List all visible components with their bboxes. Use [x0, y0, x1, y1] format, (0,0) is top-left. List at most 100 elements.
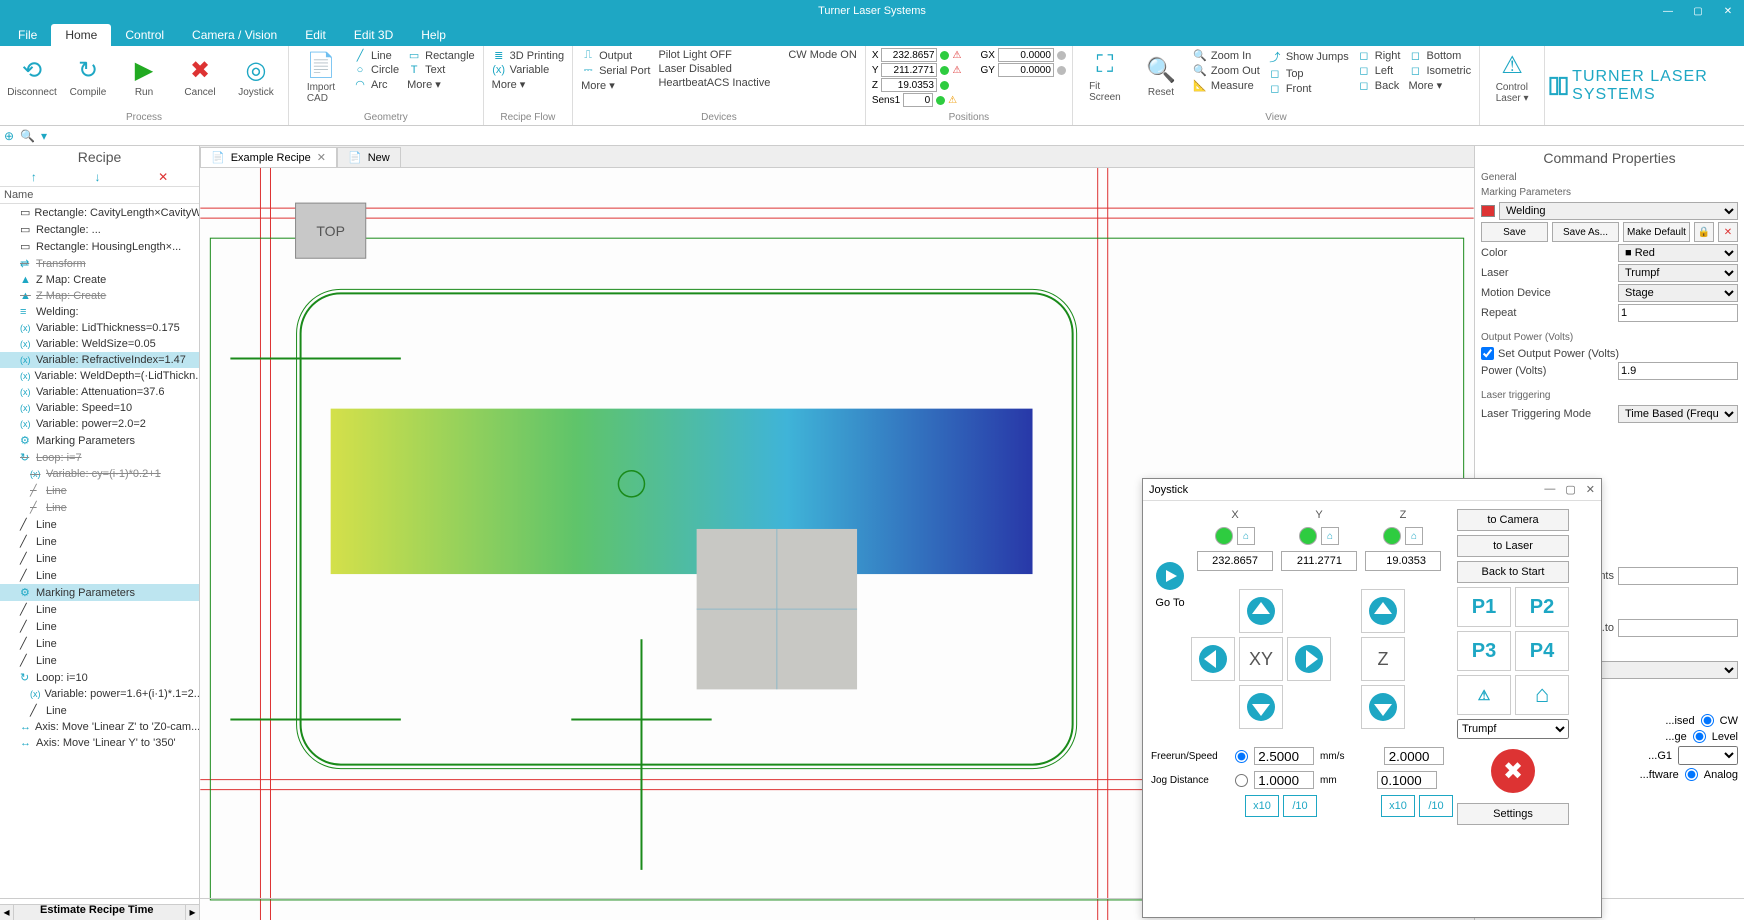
- menu-edit-3d[interactable]: Edit 3D: [340, 24, 407, 46]
- recipe-item[interactable]: ⚙Marking Parameters: [0, 584, 199, 601]
- geometry-arc-button[interactable]: ◠Arc: [351, 77, 401, 92]
- window-minimize-icon[interactable]: —: [1654, 2, 1682, 20]
- reset-button[interactable]: 🔍Reset: [1135, 48, 1187, 106]
- recipe-item[interactable]: ╱Line: [0, 601, 199, 618]
- recipe-item[interactable]: ↔Axis: Move 'Linear Z' to 'Z0-cam...': [0, 719, 199, 735]
- geometry-line-button[interactable]: ╱Line: [351, 48, 401, 63]
- trig-mode-select[interactable]: Time Based (Frequency Dr: [1618, 405, 1738, 423]
- preset-p4-button[interactable]: P4: [1515, 631, 1569, 671]
- window-close-icon[interactable]: ✕: [1714, 2, 1742, 20]
- view-left-button[interactable]: ◻Left: [1355, 63, 1403, 78]
- recipe-item[interactable]: ╱Line: [0, 652, 199, 669]
- cancel-button[interactable]: ✖Cancel: [174, 48, 226, 106]
- recipe-item[interactable]: ≡Welding:: [0, 304, 199, 320]
- recipe-item[interactable]: ╱Line: [0, 516, 199, 533]
- z-coord-input[interactable]: [1365, 551, 1441, 571]
- view-more-button[interactable]: More ▾: [1406, 78, 1473, 93]
- recipe-delete-button[interactable]: ✕: [158, 170, 168, 184]
- z-home-icon[interactable]: ⌂: [1405, 527, 1423, 545]
- save-as-button[interactable]: Save As...: [1552, 222, 1619, 242]
- xy-left-button[interactable]: [1191, 637, 1235, 681]
- recipe-item[interactable]: ╱Line: [0, 702, 199, 719]
- z-d10-button[interactable]: /10: [1419, 795, 1453, 817]
- serial-port-button[interactable]: ⎓Serial Port: [579, 63, 652, 78]
- x-coord-input[interactable]: [1197, 551, 1273, 571]
- recipe-flow-more-button[interactable]: More ▾: [490, 77, 566, 92]
- goto-button[interactable]: [1155, 561, 1185, 591]
- recipe-down-button[interactable]: ↓: [94, 170, 100, 184]
- recipe-item[interactable]: (x)Variable: WeldSize=0.05: [0, 336, 199, 352]
- menu-home[interactable]: Home: [51, 24, 111, 46]
- recipe-item[interactable]: (x)Variable: LidThickness=0.175: [0, 320, 199, 336]
- joy-maximize-icon[interactable]: ▢: [1565, 483, 1575, 496]
- laser-select[interactable]: Trumpf: [1618, 264, 1738, 282]
- toolbar-search-icon[interactable]: 🔍: [20, 129, 35, 143]
- y-home-icon[interactable]: ⌂: [1321, 527, 1339, 545]
- recipe-item[interactable]: ╱Line: [0, 618, 199, 635]
- repeat-input[interactable]: [1618, 304, 1738, 322]
- zoom-in-button[interactable]: 🔍Zoom In: [1191, 48, 1262, 63]
- recipe-item[interactable]: (x)Variable: WeldDepth=(·LidThickn...: [0, 368, 199, 384]
- extra-input-2[interactable]: [1618, 619, 1738, 637]
- preset-p2-button[interactable]: P2: [1515, 587, 1569, 627]
- xy-down-button[interactable]: [1239, 685, 1283, 729]
- doc-tab-new[interactable]: 📄New: [337, 147, 401, 167]
- recipe-item[interactable]: ╱Line: [0, 550, 199, 567]
- run-button[interactable]: ▶Run: [118, 48, 170, 106]
- toolbar-icon[interactable]: ⊕: [4, 129, 14, 143]
- output-button[interactable]: ⎍Output: [579, 48, 652, 63]
- x-status-icon[interactable]: [1215, 527, 1233, 545]
- menu-control[interactable]: Control: [111, 24, 178, 46]
- recipe-item[interactable]: ▲Z Map: Create: [0, 288, 199, 304]
- recipe-item[interactable]: ▲Z Map: Create: [0, 272, 199, 288]
- joystick-settings-button[interactable]: Settings: [1457, 803, 1569, 825]
- power-input[interactable]: [1618, 362, 1738, 380]
- joystick-laser-select[interactable]: Trumpf: [1457, 719, 1569, 739]
- recipe-item[interactable]: (x)Variable: cy=(i·1)*0.2+1: [0, 466, 199, 482]
- recipe-item[interactable]: ↻Loop: i=10: [0, 669, 199, 686]
- close-tab-icon[interactable]: ✕: [317, 151, 326, 164]
- to-camera-button[interactable]: to Camera: [1457, 509, 1569, 531]
- show-jumps-button[interactable]: ⤴Show Jumps: [1266, 48, 1351, 66]
- geometry-text-button[interactable]: TText: [405, 63, 477, 77]
- view-back-button[interactable]: ◻Back: [1355, 78, 1403, 93]
- recipe-item[interactable]: (x)Variable: power=1.6+(i·1)*.1=2...: [0, 686, 199, 702]
- menu-edit[interactable]: Edit: [291, 24, 340, 46]
- pos-z-input[interactable]: [881, 78, 937, 92]
- recipe-tree[interactable]: ▭Rectangle: CavityLength×CavityW▭Rectang…: [0, 204, 199, 904]
- control-laser-button[interactable]: ⚠Control Laser ▾: [1486, 48, 1538, 106]
- z-x10-button[interactable]: x10: [1381, 795, 1415, 817]
- recipe-item[interactable]: ╱Line: [0, 482, 199, 499]
- z-speed-input[interactable]: [1384, 747, 1444, 765]
- z-up-button[interactable]: [1361, 589, 1405, 633]
- menu-file[interactable]: File: [4, 24, 51, 46]
- pos-gy-input[interactable]: [998, 63, 1054, 77]
- home-all-button[interactable]: ⌂: [1515, 675, 1569, 715]
- geometry-more-button[interactable]: More ▾: [405, 77, 477, 92]
- recipe-item[interactable]: ▭Rectangle: HousingLength×...: [0, 238, 199, 255]
- estimate-recipe-time-button[interactable]: Estimate Recipe Time: [40, 904, 154, 916]
- lock-button[interactable]: 🔒: [1694, 222, 1714, 242]
- z-jog-input[interactable]: [1377, 771, 1437, 789]
- recipe-item[interactable]: (x)Variable: power=2.0=2: [0, 416, 199, 432]
- to-laser-button[interactable]: to Laser: [1457, 535, 1569, 557]
- fit-screen-button[interactable]: ⛶Fit Screen: [1079, 48, 1131, 106]
- radio-analog[interactable]: [1685, 768, 1698, 781]
- z-down-button[interactable]: [1361, 685, 1405, 729]
- xy-jog-input[interactable]: [1254, 771, 1314, 789]
- joy-close-icon[interactable]: ✕: [1586, 483, 1595, 496]
- view-bottom-button[interactable]: ◻Bottom: [1406, 48, 1473, 63]
- recipe-item[interactable]: ↻Loop: i=7: [0, 449, 199, 466]
- y-coord-input[interactable]: [1281, 551, 1357, 571]
- heartbeat-status[interactable]: HeartbeatACS Inactive: [656, 76, 772, 90]
- recipe-item[interactable]: ╱Line: [0, 635, 199, 652]
- recipe-item[interactable]: ⚙Marking Parameters: [0, 432, 199, 449]
- recipe-item[interactable]: (x)Variable: Speed=10: [0, 400, 199, 416]
- menu-camera-vision[interactable]: Camera / Vision: [178, 24, 291, 46]
- pilot-light-status[interactable]: Pilot Light OFF: [656, 48, 772, 62]
- view-isometric-button[interactable]: ◻Isometric: [1406, 63, 1473, 78]
- menu-help[interactable]: Help: [407, 24, 460, 46]
- preset-select[interactable]: Welding: [1499, 202, 1738, 220]
- toolbar-dropdown-icon[interactable]: ▾: [41, 129, 47, 143]
- recipe-item[interactable]: (x)Variable: Attenuation=37.6: [0, 384, 199, 400]
